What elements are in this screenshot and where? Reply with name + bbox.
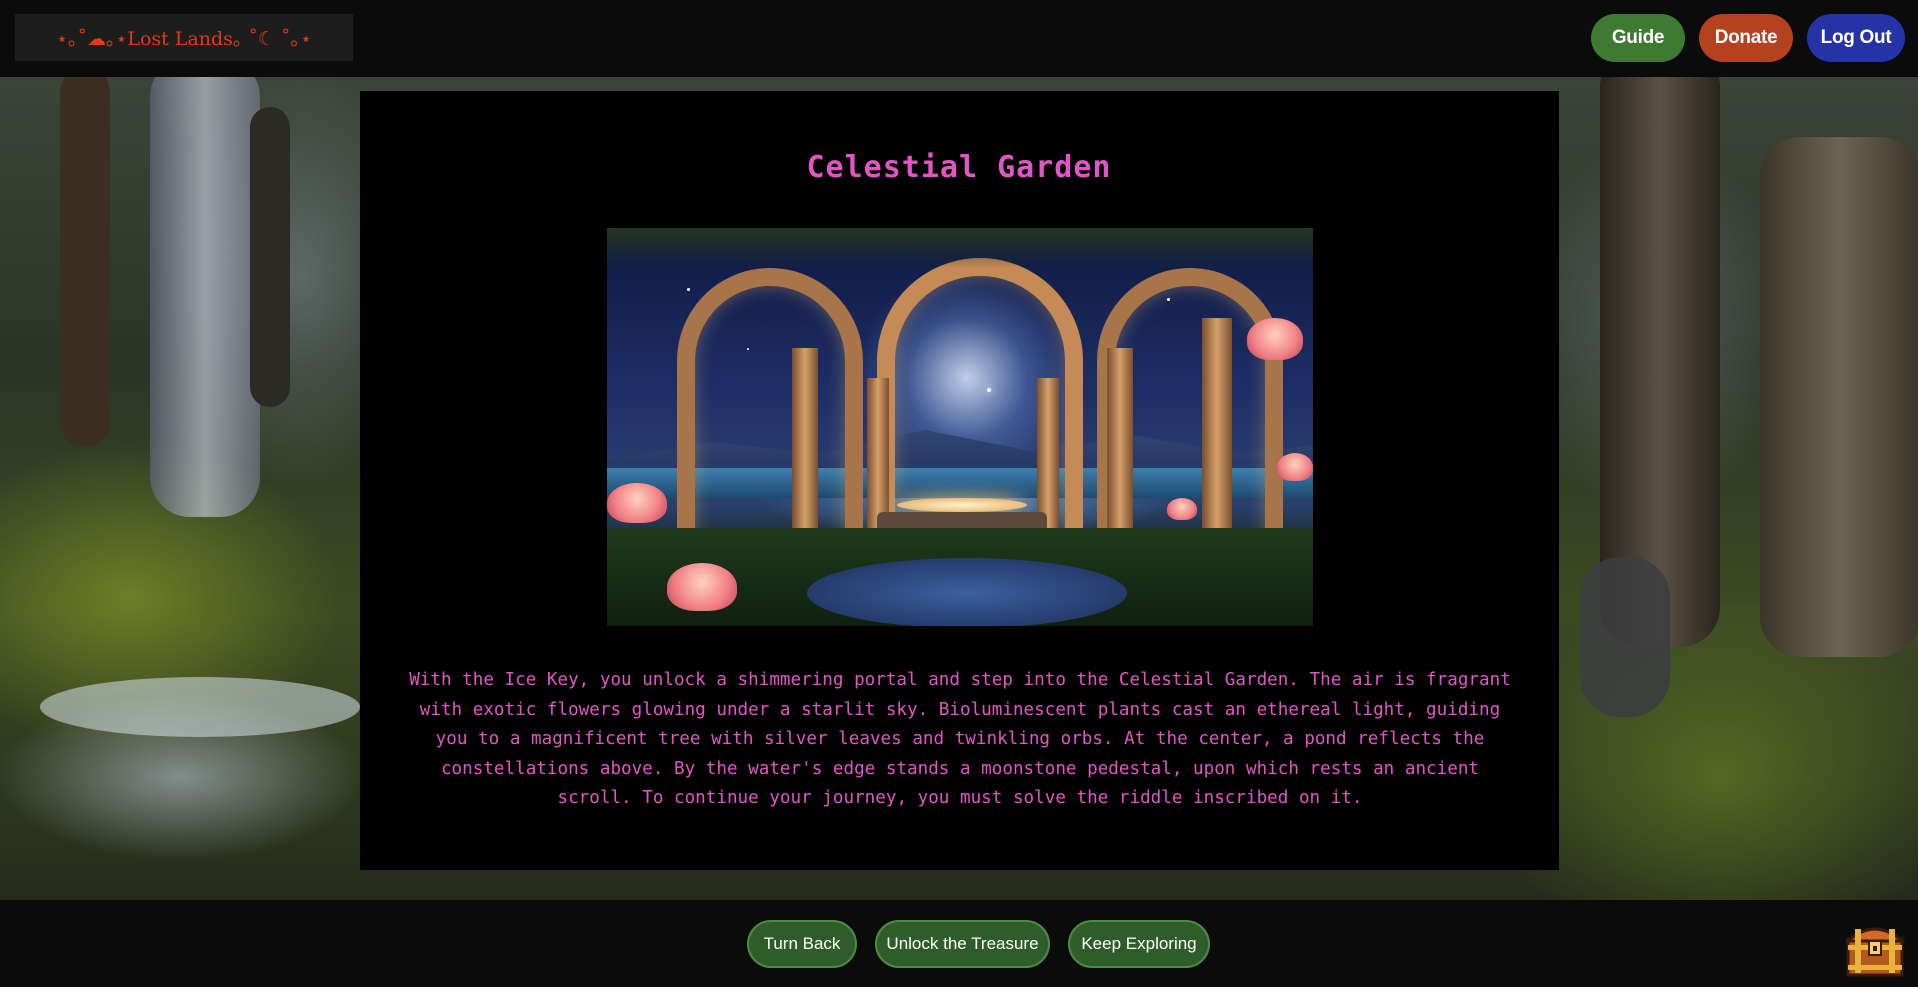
donate-button[interactable]: Donate — [1699, 14, 1793, 62]
guide-button[interactable]: Guide — [1591, 14, 1685, 62]
keep-exploring-button[interactable]: Keep Exploring — [1068, 920, 1210, 968]
logo-text: ⋆｡˚☁︎｡⋆Lost Lands｡ ˚☾ ˚｡⋆ — [56, 28, 312, 50]
top-bar: ⋆｡˚☁︎｡⋆Lost Lands｡ ˚☾ ˚｡⋆ Guide Donate L… — [0, 0, 1918, 77]
log-out-button[interactable]: Log Out — [1807, 14, 1905, 62]
turn-back-button[interactable]: Turn Back — [747, 920, 857, 968]
unlock-treasure-button[interactable]: Unlock the Treasure — [875, 920, 1050, 968]
location-description: With the Ice Key, you unlock a shimmerin… — [409, 670, 1511, 808]
treasure-chest-icon[interactable] — [1844, 921, 1906, 977]
location-illustration — [607, 228, 1313, 626]
location-title: Celestial Garden — [806, 150, 1112, 185]
site-logo[interactable]: ⋆｡˚☁︎｡⋆Lost Lands｡ ˚☾ ˚｡⋆ — [15, 14, 353, 61]
